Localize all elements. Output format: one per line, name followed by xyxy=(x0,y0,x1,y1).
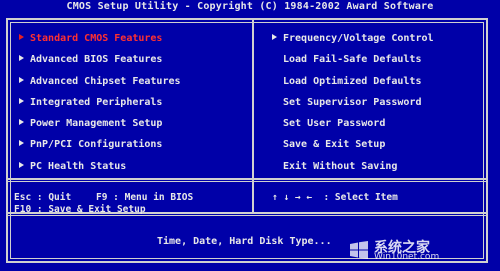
menu-item-label: Advanced Chipset Features xyxy=(30,75,181,87)
watermark-url: Win10net.com xyxy=(374,252,440,262)
menu-item-save-exit-setup[interactable]: Save & Exit Setup xyxy=(272,134,434,155)
menu-item-frequency-voltage-control[interactable]: Frequency/Voltage Control xyxy=(272,28,434,49)
menu-item-pnp-pci-configurations[interactable]: PnP/PCI Configurations xyxy=(19,134,181,155)
menu-item-label: Set Supervisor Password xyxy=(283,96,422,108)
menu-item-integrated-peripherals[interactable]: Integrated Peripherals xyxy=(19,92,181,113)
menu-item-label: Load Fail-Safe Defaults xyxy=(283,54,422,66)
menu-item-power-management-setup[interactable]: Power Management Setup xyxy=(19,113,181,134)
column-divider xyxy=(252,20,254,212)
menu-item-set-supervisor-password[interactable]: Set Supervisor Password xyxy=(272,92,434,113)
menu-item-set-user-password[interactable]: Set User Password xyxy=(272,113,434,134)
menu-item-label: Exit Without Saving xyxy=(283,160,398,172)
menu-item-exit-without-saving[interactable]: Exit Without Saving xyxy=(272,156,434,177)
arrow-right-icon xyxy=(19,161,24,168)
arrow-right-icon xyxy=(19,34,24,40)
left-menu: Standard CMOS Features Advanced BIOS Fea… xyxy=(19,28,181,177)
menu-item-advanced-chipset-features[interactable]: Advanced Chipset Features xyxy=(19,71,181,92)
arrow-right-icon xyxy=(19,55,24,62)
menu-item-pc-health-status[interactable]: PC Health Status xyxy=(19,156,181,177)
menu-item-load-fail-safe-defaults[interactable]: Load Fail-Safe Defaults xyxy=(272,49,434,70)
menu-item-label: Save & Exit Setup xyxy=(283,139,386,151)
menu-item-label: Integrated Peripherals xyxy=(30,96,163,108)
menu-item-label: Frequency/Voltage Control xyxy=(283,33,434,44)
windows-logo-icon xyxy=(350,241,368,259)
help-esc-quit: Esc : Quit xyxy=(14,192,72,203)
window-title: CMOS Setup Utility - Copyright (C) 1984-… xyxy=(66,1,434,12)
help-select-item: ↑ ↓ → ← : Select Item xyxy=(272,192,398,203)
menu-item-load-optimized-defaults[interactable]: Load Optimized Defaults xyxy=(272,71,434,92)
item-description: Time, Date, Hard Disk Type... xyxy=(157,236,332,247)
watermark: 系统之家 Win10net.com xyxy=(344,235,494,265)
menu-item-advanced-bios-features[interactable]: Advanced BIOS Features xyxy=(19,49,181,70)
menu-item-label: PC Health Status xyxy=(30,160,127,172)
menu-item-label: PnP/PCI Configurations xyxy=(30,139,163,151)
arrow-right-icon xyxy=(19,97,24,104)
menu-item-label: Advanced BIOS Features xyxy=(30,54,163,66)
help-f10-save-exit: F10 : Save & Exit Setup xyxy=(14,204,146,215)
menu-item-label: Set User Password xyxy=(283,118,386,130)
arrow-right-icon xyxy=(19,119,24,126)
arrow-right-icon xyxy=(272,34,277,40)
right-menu: Frequency/Voltage Control Load Fail-Safe… xyxy=(272,28,434,177)
menu-item-label: Standard CMOS Features xyxy=(30,33,163,44)
arrow-right-icon xyxy=(19,76,24,83)
menu-item-label: Power Management Setup xyxy=(30,118,163,130)
menu-item-standard-cmos-features[interactable]: Standard CMOS Features xyxy=(19,28,181,49)
arrow-right-icon xyxy=(19,140,24,147)
menu-help-divider xyxy=(8,178,486,182)
menu-item-label: Load Optimized Defaults xyxy=(283,75,422,87)
help-f9-menu: F9 : Menu in BIOS xyxy=(96,192,194,203)
bios-screen: CMOS Setup Utility - Copyright (C) 1984-… xyxy=(0,0,500,271)
